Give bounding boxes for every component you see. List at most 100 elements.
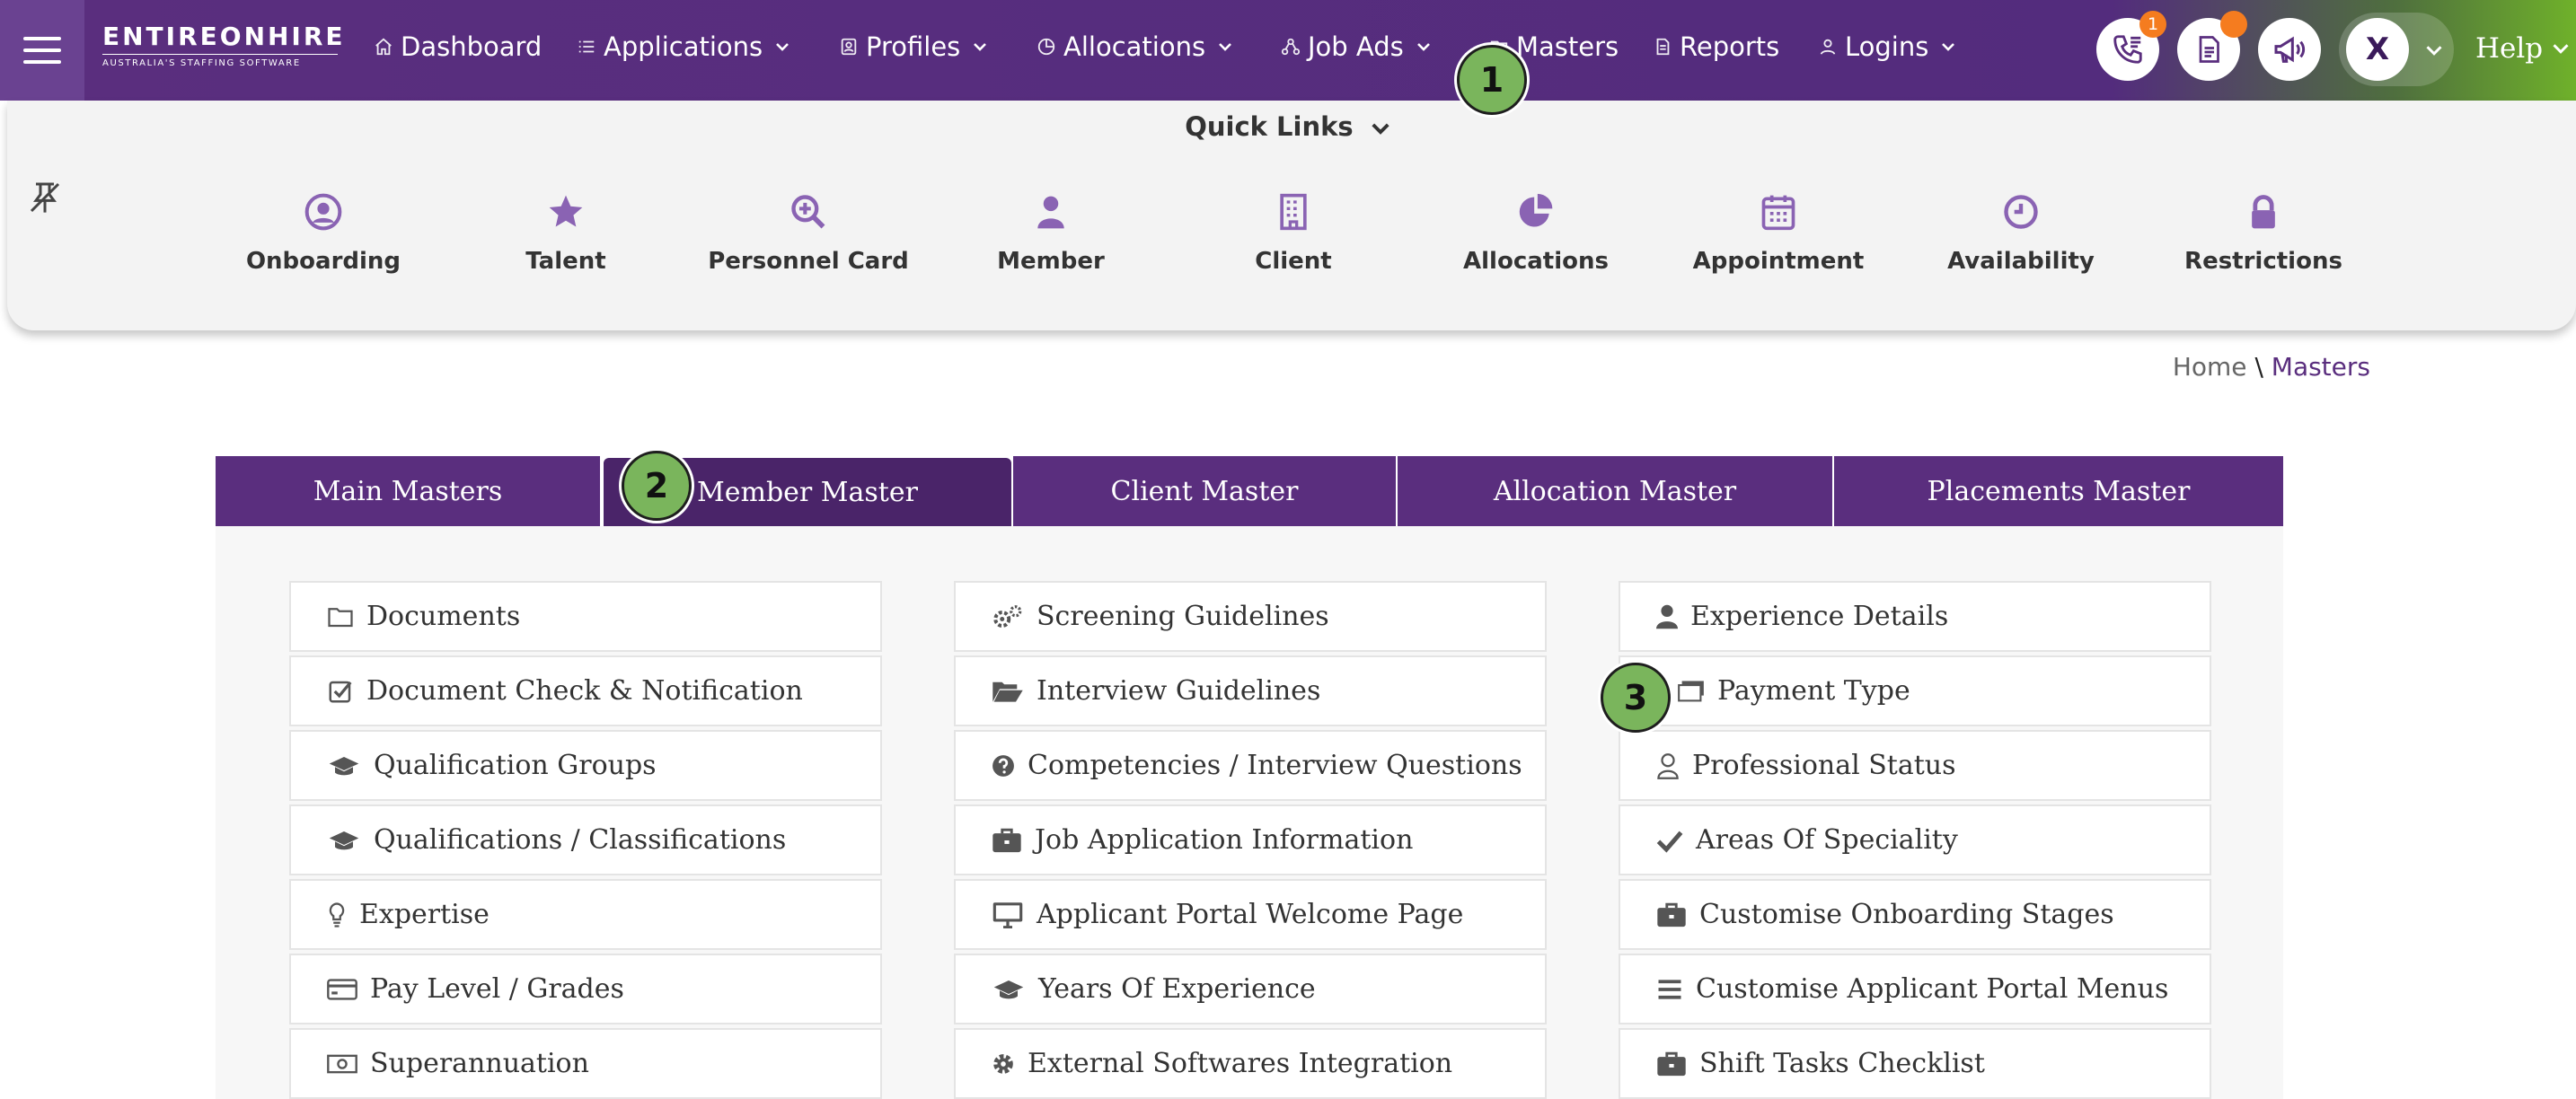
user-avatar[interactable]: X — [2346, 18, 2409, 81]
nav-job-ads[interactable]: Job Ads — [1281, 0, 1431, 93]
bars-icon — [1658, 979, 1681, 999]
master-item-competencies[interactable]: Competencies / Interview Questions — [954, 730, 1547, 801]
quick-link-talent[interactable]: Talent — [449, 192, 683, 275]
step-marker-3: 3 — [1601, 663, 1671, 733]
master-item-pay-level[interactable]: Pay Level / Grades — [289, 954, 882, 1024]
master-item-documents[interactable]: Documents — [289, 581, 882, 652]
unpin-icon[interactable] — [27, 180, 63, 215]
master-item-job-application-info[interactable]: Job Application Information — [954, 804, 1547, 875]
quick-link-label: Allocations — [1463, 248, 1609, 275]
quick-links-toggle[interactable]: Quick Links — [0, 111, 2576, 142]
brand-name: ENTIREONHIRE — [102, 22, 346, 51]
master-item-experience-details[interactable]: Experience Details — [1619, 581, 2211, 652]
quick-link-label: Personnel Card — [708, 248, 909, 275]
masters-column-3: Experience Details Payment Type Professi… — [1619, 581, 2211, 1099]
master-item-label: Expertise — [359, 899, 490, 930]
credit-card-icon — [327, 978, 357, 1000]
master-item-onboarding-stages[interactable]: Customise Onboarding Stages — [1619, 879, 2211, 950]
master-item-shift-tasks-checklist[interactable]: Shift Tasks Checklist — [1619, 1028, 2211, 1099]
master-item-qualification-groups[interactable]: Qualification Groups — [289, 730, 882, 801]
master-item-label: Payment Type — [1717, 675, 1910, 707]
calls-badge: 1 — [2139, 11, 2166, 38]
master-item-qualifications[interactable]: Qualifications / Classifications — [289, 804, 882, 875]
help-menu[interactable]: Help — [2475, 0, 2570, 97]
quick-links-title: Quick Links — [1185, 111, 1354, 142]
tab-client-master[interactable]: Client Master — [1013, 456, 1398, 526]
folder-open-icon — [992, 681, 1023, 702]
master-item-areas-of-speciality[interactable]: Areas Of Speciality — [1619, 804, 2211, 875]
breadcrumb-separator: \ — [2254, 352, 2263, 382]
chevron-down-icon — [1942, 43, 1955, 51]
nav-logins-label: Logins — [1845, 31, 1929, 62]
question-circle-icon — [992, 754, 1014, 777]
master-item-years-of-experience[interactable]: Years Of Experience — [954, 954, 1547, 1024]
member-master-panel: Documents Document Check & Notification … — [216, 526, 2283, 1099]
network-icon — [1281, 38, 1301, 56]
nav-dashboard[interactable]: Dashboard — [374, 0, 542, 93]
star-icon — [549, 195, 583, 227]
graduation-cap-icon — [993, 980, 1024, 998]
monitor-icon — [992, 901, 1023, 928]
notes-button[interactable] — [2177, 11, 2247, 81]
step-marker-2: 2 — [622, 451, 692, 521]
calls-button[interactable]: 1 — [2096, 11, 2166, 81]
master-item-external-softwares[interactable]: External Softwares Integration — [954, 1028, 1547, 1099]
user-initial: X — [2365, 31, 2390, 67]
person-icon — [1037, 196, 1064, 229]
master-item-label: Interview Guidelines — [1037, 675, 1321, 707]
quick-link-label: Restrictions — [2184, 248, 2342, 275]
quick-link-onboarding[interactable]: Onboarding — [207, 192, 440, 275]
nav-logins[interactable]: Logins — [1818, 0, 1955, 93]
quick-link-label: Appointment — [1692, 248, 1865, 275]
lightbulb-icon — [329, 901, 345, 928]
nav-allocations[interactable]: Allocations — [1037, 0, 1232, 93]
quick-link-member[interactable]: Member — [934, 192, 1168, 275]
nav-profiles[interactable]: Profiles — [839, 0, 987, 93]
master-item-label: Customise Onboarding Stages — [1699, 899, 2114, 930]
master-item-screening-guidelines[interactable]: Screening Guidelines — [954, 581, 1547, 652]
gear-icon — [993, 1053, 1013, 1074]
master-item-label: Competencies / Interview Questions — [1028, 750, 1522, 781]
quick-link-client[interactable]: Client — [1177, 192, 1410, 275]
nav-reports[interactable]: Reports — [1653, 0, 1779, 93]
master-item-label: Areas Of Speciality — [1696, 824, 1958, 856]
master-item-applicant-portal-welcome[interactable]: Applicant Portal Welcome Page — [954, 879, 1547, 950]
money-icon — [327, 1054, 357, 1073]
master-item-label: Superannuation — [370, 1048, 589, 1079]
quick-link-restrictions[interactable]: Restrictions — [2147, 192, 2380, 275]
home-icon — [375, 38, 392, 56]
chevron-down-icon — [776, 43, 790, 51]
master-item-label: Professional Status — [1692, 750, 1956, 781]
master-item-superannuation[interactable]: Superannuation — [289, 1028, 882, 1099]
gears-icon — [993, 604, 1022, 628]
nav-applications[interactable]: Applications — [577, 0, 790, 93]
master-item-payment-type[interactable]: Payment Type — [1619, 655, 2211, 726]
master-item-professional-status[interactable]: Professional Status — [1619, 730, 2211, 801]
user-outline-icon — [1657, 752, 1679, 779]
graduation-cap-icon — [329, 831, 359, 849]
master-item-label: External Softwares Integration — [1028, 1048, 1453, 1079]
pie-chart-icon — [1519, 193, 1553, 227]
quick-link-allocations[interactable]: Allocations — [1419, 192, 1653, 275]
quick-link-label: Member — [997, 248, 1105, 275]
tab-main-masters[interactable]: Main Masters — [216, 456, 602, 526]
quick-link-appointment[interactable]: Appointment — [1662, 192, 1895, 275]
breadcrumb-home[interactable]: Home — [2173, 352, 2247, 382]
briefcase-icon — [1657, 1051, 1686, 1076]
master-item-document-check[interactable]: Document Check & Notification — [289, 655, 882, 726]
tab-allocation-master[interactable]: Allocation Master — [1398, 456, 1834, 526]
quick-link-availability[interactable]: Availability — [1904, 192, 2138, 275]
phone-icon — [2113, 35, 2142, 64]
nav-reports-label: Reports — [1680, 31, 1780, 62]
calendar-icon — [1761, 195, 1795, 231]
quick-link-personnel-card[interactable]: Personnel Card — [692, 192, 925, 275]
master-item-expertise[interactable]: Expertise — [289, 879, 882, 950]
tab-placements-master[interactable]: Placements Master — [1834, 456, 2283, 526]
master-item-applicant-portal-menus[interactable]: Customise Applicant Portal Menus — [1619, 954, 2211, 1024]
master-item-interview-guidelines[interactable]: Interview Guidelines — [954, 655, 1547, 726]
announcements-button[interactable] — [2258, 18, 2321, 81]
hamburger-menu-icon[interactable] — [0, 0, 84, 101]
quick-link-label: Talent — [525, 248, 606, 275]
brand-logo[interactable]: ENTIREONHIRE AUSTRALIA'S STAFFING SOFTWA… — [102, 22, 346, 68]
user-menu-chevron-icon[interactable] — [2425, 41, 2443, 59]
